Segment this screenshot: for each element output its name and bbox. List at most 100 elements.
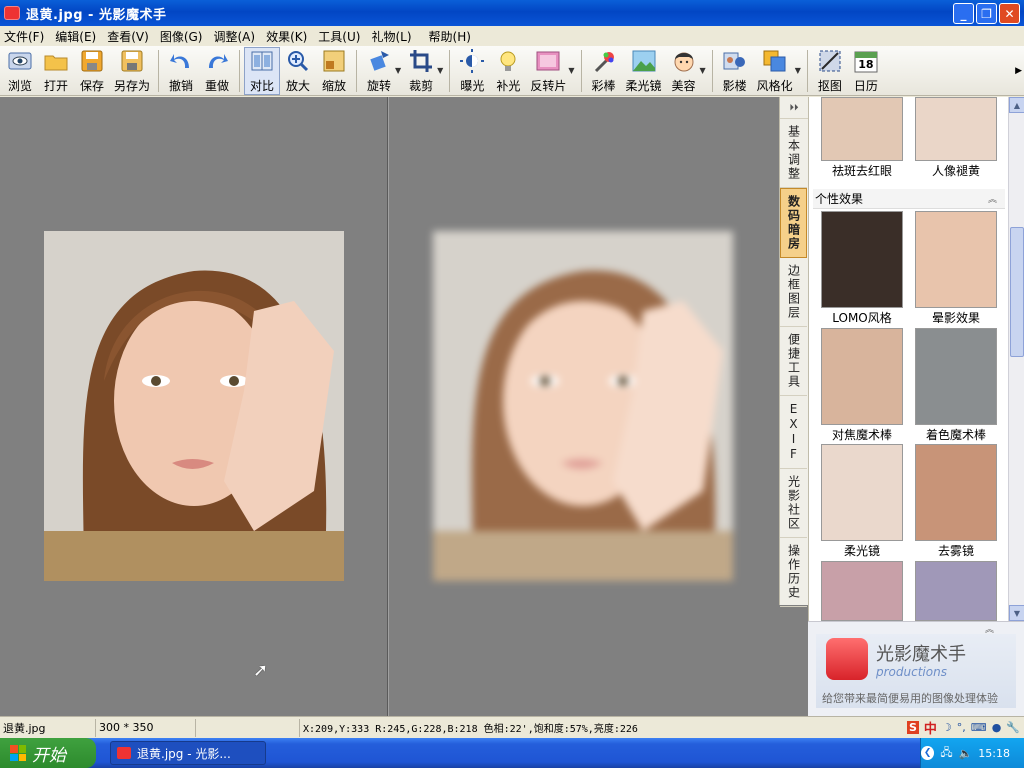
effect-label-soft-light: 柔光镜 [843, 544, 880, 558]
calendar-button[interactable]: 18 日历 [848, 47, 884, 95]
close-button[interactable]: ✕ [999, 3, 1020, 24]
tab-quick-tools[interactable]: 便捷工具 [780, 327, 807, 396]
redo-icon [204, 48, 230, 74]
effect-thumb-color-wand[interactable] [915, 328, 997, 425]
tab-community[interactable]: 光影社区 [780, 469, 807, 538]
menu-help[interactable]: 帮助(H) [429, 28, 471, 45]
result-photo[interactable] [433, 231, 733, 581]
scroll-down-icon[interactable]: ▼ [1009, 605, 1024, 621]
tray-expand-icon[interactable]: ❮ [921, 746, 935, 760]
shadow-button[interactable]: 影楼 [717, 47, 753, 95]
app-task-icon [117, 747, 131, 759]
save-button[interactable]: 保存 [74, 47, 110, 95]
browse-button[interactable]: 浏览 [2, 47, 38, 95]
moon-icon[interactable]: ☽ [942, 721, 952, 734]
fill-light-button[interactable]: 补光 [490, 47, 526, 95]
beauty-dropdown-icon[interactable]: ▼ [700, 66, 706, 75]
invert-button[interactable]: 反转片 [526, 47, 570, 95]
tab-frame-layers-label: 边框图层 [786, 264, 801, 320]
stylize-dropdown-icon[interactable]: ▼ [795, 66, 801, 75]
scroll-thumb[interactable] [1010, 227, 1024, 357]
menu-effects[interactable]: 效果(K) [266, 28, 307, 45]
chinese-mode-icon[interactable]: 中 [924, 718, 937, 737]
sogou-icon[interactable]: S [906, 721, 919, 734]
zoom-in-button[interactable]: 放大 [280, 47, 316, 95]
title-bar: 退黄.jpg - 光影魔术手 _ ❐ ✕ [0, 0, 1024, 26]
wrench-icon[interactable]: 🔧 [1006, 721, 1020, 734]
network-icon[interactable]: 🖧 [940, 744, 952, 763]
effect-thumb-soft-light[interactable] [821, 444, 903, 541]
keyboard-icon[interactable]: ⌨ [971, 721, 987, 734]
menu-tools[interactable]: 工具(U) [318, 28, 360, 45]
scale-label: 缩放 [322, 78, 347, 93]
undo-label: 撤销 [169, 78, 194, 93]
menu-adjust[interactable]: 调整(A) [213, 28, 255, 45]
undo-button[interactable]: 撤销 [163, 47, 199, 95]
tab-basic-adjust[interactable]: 基本调整 [780, 119, 807, 188]
volume-icon[interactable]: 🔈 [959, 747, 973, 760]
effect-thumb-de-yellow[interactable] [915, 97, 997, 161]
face-icon [671, 48, 697, 74]
maximize-button[interactable]: ❐ [976, 3, 997, 24]
stylize-button[interactable]: 风格化 [753, 47, 797, 95]
original-photo[interactable] [44, 231, 344, 581]
effect-thumb-partial-2[interactable] [915, 561, 997, 621]
tab-frame-layers[interactable]: 边框图层 [780, 258, 807, 327]
effect-thumb-partial-1[interactable] [821, 561, 903, 621]
film-icon [535, 48, 561, 74]
effect-thumb-dehaze[interactable] [915, 444, 997, 541]
invert-dropdown-icon[interactable]: ▼ [568, 66, 574, 75]
effect-thumb-focus-wand[interactable] [821, 328, 903, 425]
crop-dropdown-icon[interactable]: ▼ [437, 66, 443, 75]
cutout-button[interactable]: 抠图 [812, 47, 848, 95]
soft-light-label: 柔光镜 [625, 78, 662, 93]
tab-history[interactable]: 操作历史 [780, 538, 807, 607]
soft-light-button[interactable]: 柔光镜 [622, 47, 666, 95]
crop-button[interactable]: 裁剪 [403, 47, 439, 95]
punctuation-icon[interactable]: °, [957, 721, 966, 734]
color-pen-button[interactable]: 彩棒 [586, 47, 622, 95]
menu-gifts[interactable]: 礼物(L) [371, 28, 411, 45]
open-button[interactable]: 打开 [38, 47, 74, 95]
menu-image[interactable]: 图像(G) [160, 28, 203, 45]
toolbar: 浏览 打开 保存 另存为 撤销 重做 对比 放大 缩放 旋转 ▼ 裁剪 ▼ 曝光… [0, 46, 1024, 96]
tab-digital-darkroom[interactable]: 数码暗房 [780, 188, 807, 258]
status-bar: 退黄.jpg 300 * 350 X:209,Y:333 R:245,G:228… [0, 716, 1024, 738]
panel-scrollbar[interactable]: ▲ ▼ [1008, 97, 1024, 621]
minimize-button[interactable]: _ [953, 3, 974, 24]
start-button[interactable]: 开始 [0, 738, 96, 768]
effect-thumb-spot-removal[interactable] [821, 97, 903, 161]
user-icon[interactable]: ● [992, 721, 1002, 734]
section-header-personal-effects[interactable]: 个性效果 ︽ [813, 189, 1005, 209]
toolbar-overflow-icon[interactable]: ▶ [1015, 66, 1022, 76]
exposure-button[interactable]: 曝光 [454, 47, 490, 95]
zoom-in-icon [285, 48, 311, 74]
tab-exif[interactable]: EXIF [780, 396, 807, 469]
brand-banner[interactable]: 光影魔术手 productions 给您带来最简便易用的图像处理体验 [816, 634, 1016, 708]
effect-thumb-vignette[interactable] [915, 211, 997, 308]
compare-button[interactable]: 对比 [244, 46, 281, 95]
menu-edit[interactable]: 编辑(E) [55, 28, 96, 45]
effect-thumb-lomo[interactable] [821, 211, 903, 308]
expand-arrows-icon[interactable]: ⏵⏵ [780, 97, 808, 119]
redo-button[interactable]: 重做 [199, 47, 235, 95]
status-filename: 退黄.jpg [0, 718, 96, 737]
rotate-dropdown-icon[interactable]: ▼ [395, 66, 401, 75]
taskbar-window-button[interactable]: 退黄.jpg - 光影... [110, 741, 266, 765]
menu-file[interactable]: 文件(F) [4, 28, 44, 45]
menu-view[interactable]: 查看(V) [107, 28, 149, 45]
rotate-button[interactable]: 旋转 [361, 47, 397, 95]
effects-panel: 祛斑去红眼 人像褪黄 个性效果 ︽ LOMO风格 晕影效果 对焦魔术棒 着色魔术… [808, 97, 1024, 621]
compare-divider[interactable] [387, 97, 389, 716]
scroll-up-icon[interactable]: ▲ [1009, 97, 1024, 113]
shadow-label: 影楼 [722, 78, 747, 93]
start-label: 开始 [32, 745, 66, 766]
color-pen-label: 彩棒 [591, 78, 616, 93]
palette-icon [762, 48, 788, 74]
clock[interactable]: 15:18 [978, 747, 1010, 760]
collapse-icon[interactable]: ︽ [988, 192, 997, 205]
beauty-button[interactable]: 美容 [666, 47, 702, 95]
scale-button[interactable]: 缩放 [316, 47, 352, 95]
save-as-button[interactable]: 另存为 [110, 47, 154, 95]
save-as-icon [119, 48, 145, 74]
